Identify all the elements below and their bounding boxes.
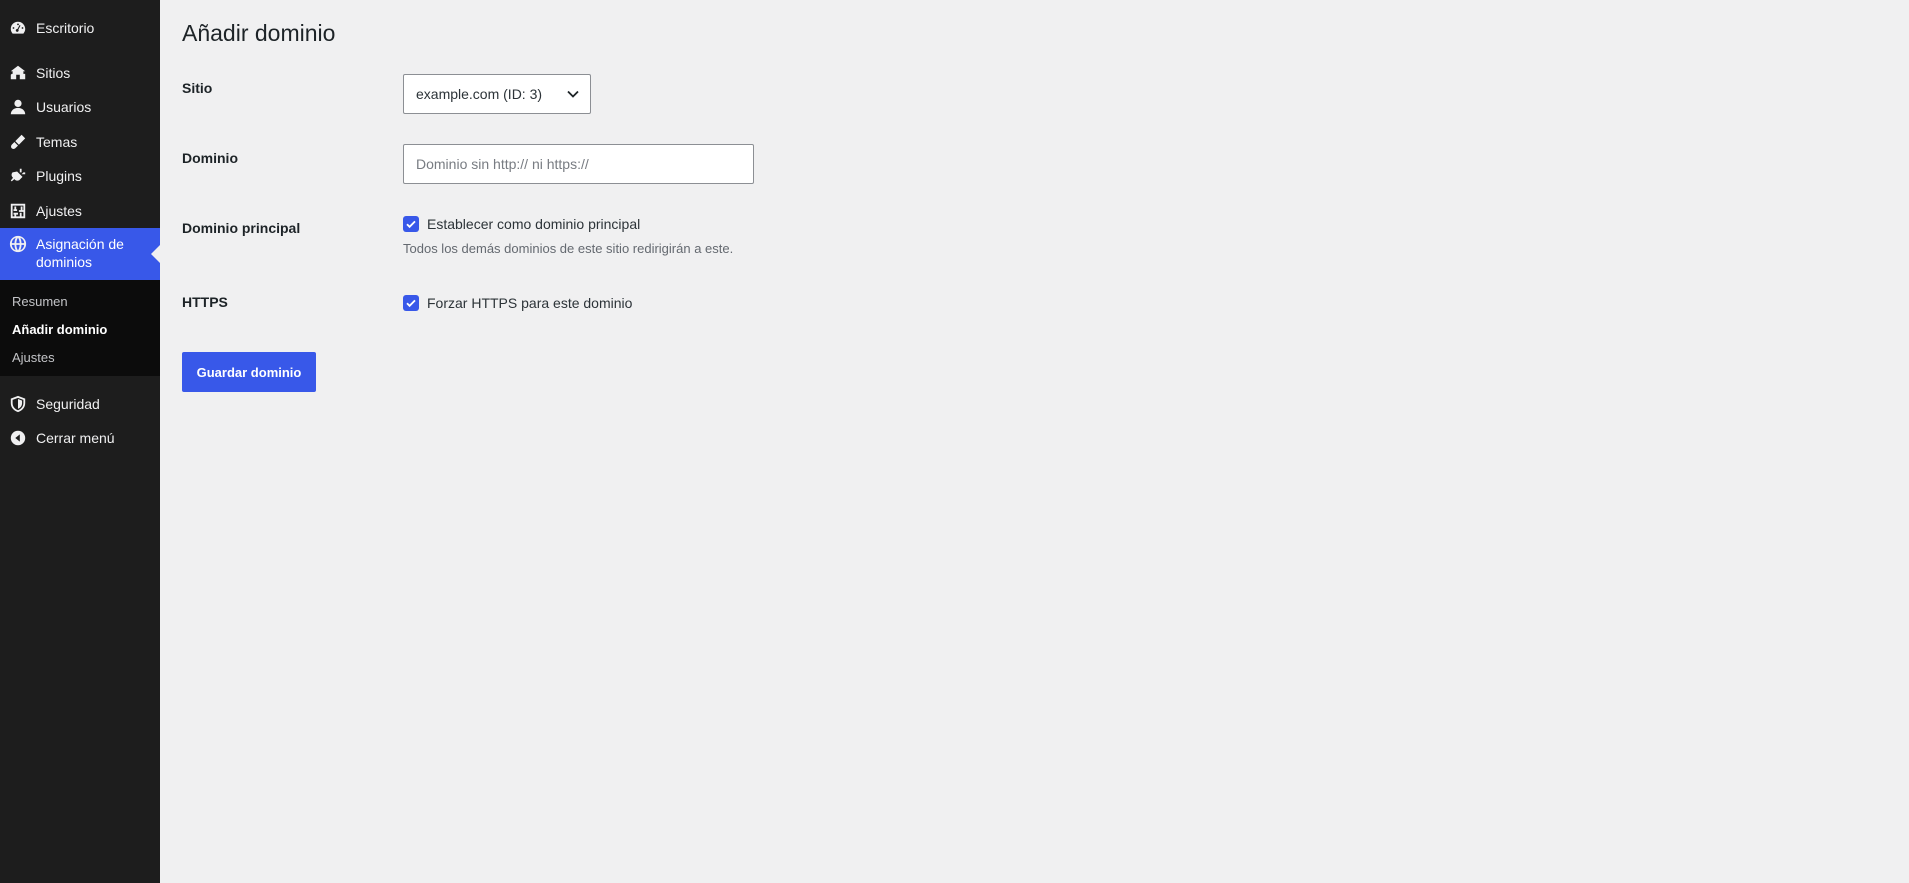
sidebar-item-label: Escritorio bbox=[36, 20, 95, 36]
https-checkbox[interactable] bbox=[403, 295, 419, 311]
users-icon bbox=[8, 97, 28, 117]
collapse-icon bbox=[8, 428, 28, 448]
primary-domain-checkbox-row[interactable]: Establecer como dominio principal bbox=[403, 216, 640, 232]
sidebar-item-label: Ajustes bbox=[36, 203, 82, 219]
checkmark-icon bbox=[406, 299, 416, 308]
submenu-item-ajustes[interactable]: Ajustes bbox=[12, 350, 55, 366]
primary-domain-label: Dominio principal bbox=[182, 220, 301, 236]
main-content: Añadir dominio Sitio example.com (ID: 3)… bbox=[160, 0, 1909, 883]
sidebar-item-plugins[interactable]: Plugins bbox=[0, 166, 160, 186]
checkmark-icon bbox=[406, 220, 416, 229]
sidebar-item-escritorio[interactable]: Escritorio bbox=[0, 18, 160, 38]
sidebar-item-sitios[interactable]: Sitios bbox=[0, 63, 160, 83]
themes-icon bbox=[8, 132, 28, 152]
site-select[interactable]: example.com (ID: 3) bbox=[403, 74, 591, 114]
sidebar-item-label: Seguridad bbox=[36, 396, 100, 412]
sidebar-item-asignacion-dominios[interactable]: Asignación de dominios bbox=[0, 228, 160, 280]
sidebar-item-label: Usuarios bbox=[36, 99, 92, 115]
globe-icon bbox=[8, 234, 28, 254]
sidebar-item-seguridad[interactable]: Seguridad bbox=[0, 394, 160, 414]
primary-domain-checkbox-label: Establecer como dominio principal bbox=[427, 216, 641, 232]
domain-input[interactable] bbox=[403, 144, 754, 184]
dashboard-icon bbox=[8, 18, 28, 38]
shield-icon bbox=[8, 394, 28, 414]
https-checkbox-row[interactable]: Forzar HTTPS para este dominio bbox=[403, 295, 632, 311]
sidebar-item-label: Cerrar menú bbox=[36, 430, 115, 446]
primary-domain-description: Todos los demás dominios de este sitio r… bbox=[403, 241, 734, 256]
https-checkbox-label: Forzar HTTPS para este dominio bbox=[427, 295, 633, 311]
site-select-value: example.com (ID: 3) bbox=[416, 86, 543, 102]
https-label: HTTPS bbox=[182, 294, 228, 310]
domain-label: Dominio bbox=[182, 150, 238, 166]
chevron-down-icon bbox=[567, 90, 579, 98]
admin-sidebar: Escritorio Sitios Usuarios Temas Plugins… bbox=[0, 0, 160, 883]
sidebar-item-temas[interactable]: Temas bbox=[0, 132, 160, 152]
sidebar-submenu: Resumen Añadir dominio Ajustes bbox=[0, 280, 160, 376]
primary-domain-checkbox[interactable] bbox=[403, 216, 419, 232]
site-label: Sitio bbox=[182, 80, 213, 96]
sidebar-item-label: Temas bbox=[36, 134, 78, 150]
submenu-item-anadir-dominio[interactable]: Añadir dominio bbox=[12, 322, 107, 338]
settings-icon bbox=[8, 201, 28, 221]
sidebar-item-label: Asignación de dominios bbox=[36, 236, 124, 270]
sidebar-item-usuarios[interactable]: Usuarios bbox=[0, 97, 160, 117]
sidebar-item-ajustes[interactable]: Ajustes bbox=[0, 201, 160, 221]
save-domain-button[interactable]: Guardar dominio bbox=[182, 352, 316, 392]
submenu-item-resumen[interactable]: Resumen bbox=[12, 294, 68, 310]
sidebar-collapse-button[interactable]: Cerrar menú bbox=[0, 428, 160, 448]
page-title: Añadir dominio bbox=[182, 20, 336, 46]
sidebar-item-label: Sitios bbox=[36, 65, 71, 81]
sidebar-item-label: Plugins bbox=[36, 168, 82, 184]
plugins-icon bbox=[8, 166, 28, 186]
sites-icon bbox=[8, 63, 28, 83]
